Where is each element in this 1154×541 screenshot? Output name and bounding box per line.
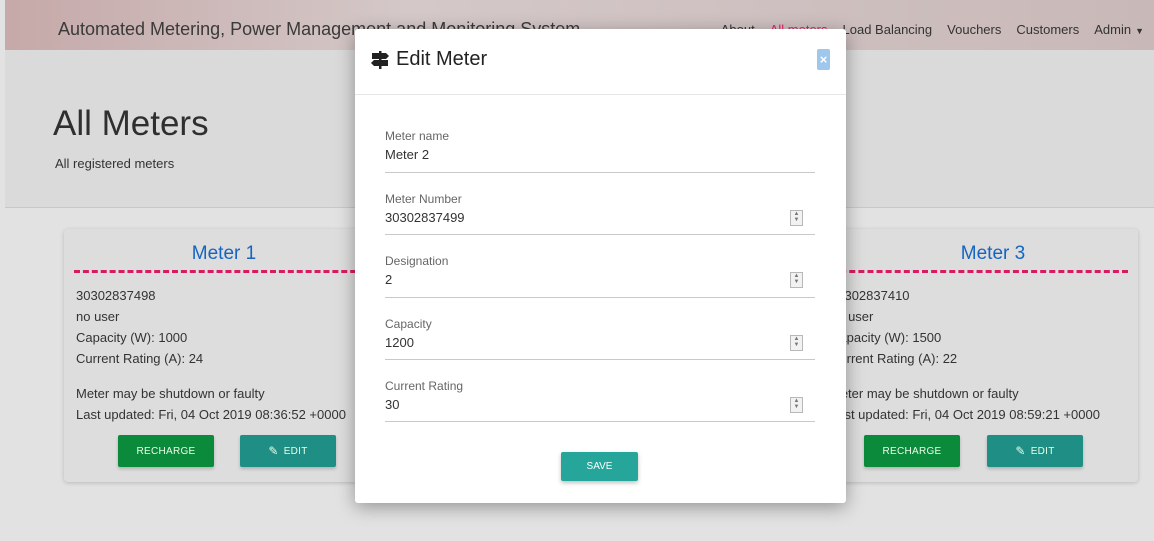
edit-label: EDIT bbox=[283, 445, 308, 457]
meter-number: 30302837410 bbox=[830, 288, 910, 303]
meter-current-rating: Current Rating (A): 24 bbox=[76, 351, 204, 366]
pencil-icon: ✎ bbox=[268, 444, 279, 458]
page-title: All Meters bbox=[53, 104, 209, 143]
page-subtitle: All registered meters bbox=[55, 156, 175, 171]
caret-down-icon: ▼ bbox=[1135, 26, 1144, 36]
meter-user: no user bbox=[76, 309, 120, 324]
recharge-label: RECHARGE bbox=[882, 445, 942, 457]
nav-admin-dropdown[interactable]: Admin ▼ bbox=[1094, 22, 1144, 37]
meter-number-field[interactable]: Meter Number 30302837499 ▲ ▼ bbox=[385, 192, 815, 235]
meter-current-rating: Current Rating (A): 22 bbox=[830, 351, 958, 366]
card-divider bbox=[822, 270, 1128, 273]
meter-number-input[interactable]: 30302837499 bbox=[385, 210, 465, 225]
meter-name-input[interactable]: Meter 2 bbox=[385, 147, 429, 162]
nav-customers[interactable]: Customers bbox=[1016, 22, 1079, 37]
capacity-field[interactable]: Capacity 1200 ▲ ▼ bbox=[385, 317, 815, 360]
nav-load-balancing[interactable]: Load Balancing bbox=[843, 22, 933, 37]
meter-number: 30302837498 bbox=[76, 288, 156, 303]
recharge-label: RECHARGE bbox=[136, 445, 196, 457]
meter-name-label: Meter name bbox=[385, 129, 450, 143]
modal-header: Edit Meter × bbox=[355, 29, 846, 95]
save-button[interactable]: SAVE bbox=[561, 452, 638, 481]
meter-card-title: Meter 3 bbox=[960, 243, 1026, 264]
edit-button[interactable]: ✎ EDIT bbox=[240, 435, 336, 467]
edit-button[interactable]: ✎ EDIT bbox=[987, 435, 1083, 467]
current-rating-label: Current Rating bbox=[385, 379, 464, 393]
meter-card: Meter 3 30302837410 no user Capacity (W)… bbox=[812, 229, 1138, 482]
capacity-input[interactable]: 1200 bbox=[385, 335, 414, 350]
card-divider bbox=[74, 270, 374, 273]
recharge-button[interactable]: RECHARGE bbox=[118, 435, 214, 467]
meter-last-updated: Last updated: Fri, 04 Oct 2019 08:36:52 … bbox=[76, 407, 346, 422]
meter-card-details: 30302837498 no user Capacity (W): 1000 C… bbox=[76, 285, 346, 425]
modal-title: Edit Meter bbox=[370, 48, 487, 71]
edit-meter-modal: Edit Meter × Meter name Meter 2 Meter Nu… bbox=[355, 29, 846, 503]
current-rating-input[interactable]: 30 bbox=[385, 397, 399, 412]
edit-label: EDIT bbox=[1030, 445, 1055, 457]
designation-field[interactable]: Designation 2 ▲ ▼ bbox=[385, 254, 815, 298]
meter-card-title: Meter 1 bbox=[191, 243, 257, 264]
nav-vouchers[interactable]: Vouchers bbox=[947, 22, 1001, 37]
meter-status: Meter may be shutdown or faulty bbox=[76, 386, 265, 401]
number-spinner-icon[interactable]: ▲ ▼ bbox=[790, 397, 803, 413]
number-spinner-icon[interactable]: ▲ ▼ bbox=[790, 272, 803, 288]
meter-card-details: 30302837410 no user Capacity (W): 1500 C… bbox=[830, 285, 1100, 425]
capacity-label: Capacity bbox=[385, 317, 432, 331]
modal-title-text: Edit Meter bbox=[396, 48, 488, 70]
meter-card: Meter 1 30302837498 no user Capacity (W)… bbox=[64, 229, 384, 482]
meter-status: Meter may be shutdown or faulty bbox=[830, 386, 1019, 401]
meter-last-updated: Last updated: Fri, 04 Oct 2019 08:59:21 … bbox=[830, 407, 1100, 422]
meter-capacity: Capacity (W): 1000 bbox=[76, 330, 188, 345]
nav-admin-label: Admin bbox=[1094, 22, 1132, 37]
meter-capacity: Capacity (W): 1500 bbox=[830, 330, 942, 345]
designation-input[interactable]: 2 bbox=[385, 272, 392, 287]
number-spinner-icon[interactable]: ▲ ▼ bbox=[790, 335, 803, 351]
meter-name-field[interactable]: Meter name Meter 2 bbox=[385, 129, 815, 173]
close-icon[interactable]: × bbox=[817, 49, 830, 70]
signpost-icon bbox=[371, 50, 389, 69]
meter-number-label: Meter Number bbox=[385, 192, 462, 206]
current-rating-field[interactable]: Current Rating 30 ▲ ▼ bbox=[385, 379, 815, 422]
meter-user: no user bbox=[830, 309, 874, 324]
designation-label: Designation bbox=[385, 254, 449, 268]
recharge-button[interactable]: RECHARGE bbox=[864, 435, 960, 467]
number-spinner-icon[interactable]: ▲ ▼ bbox=[790, 210, 803, 226]
pencil-icon: ✎ bbox=[1015, 444, 1026, 458]
